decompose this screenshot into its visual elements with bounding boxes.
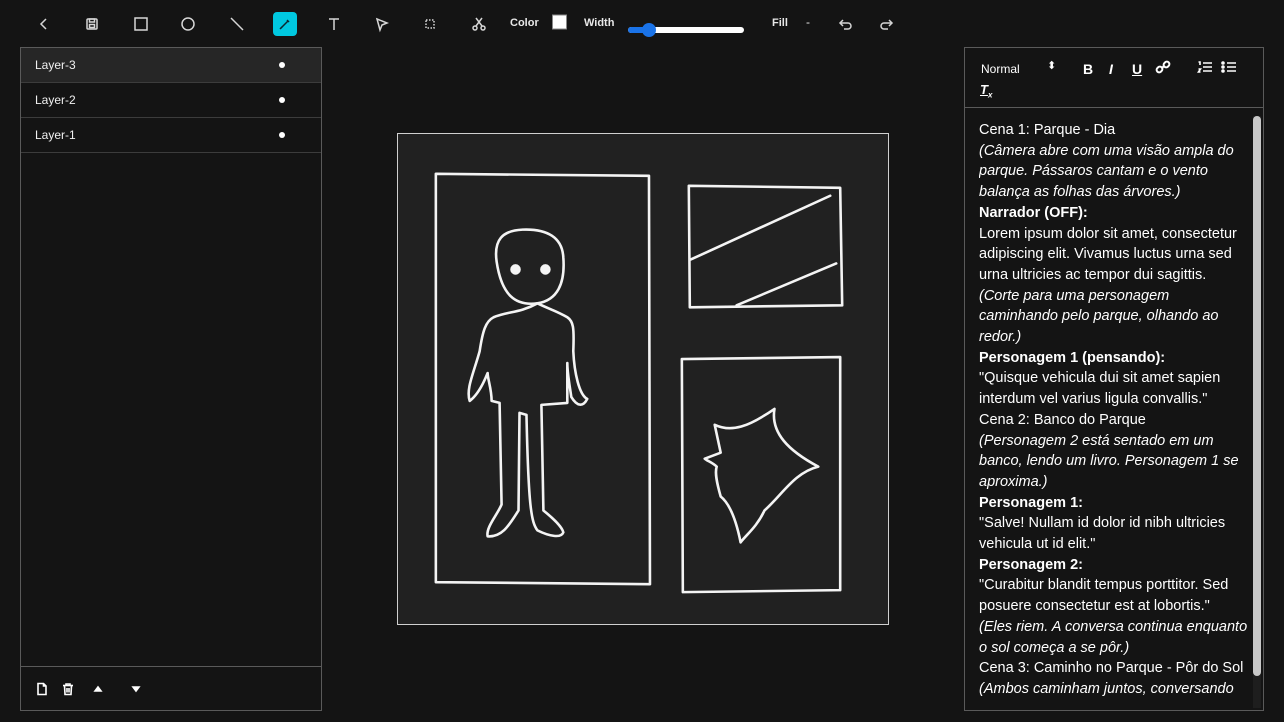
editor-scrollbar-thumb[interactable] bbox=[1253, 116, 1261, 676]
clear-format-icon[interactable]: Tx bbox=[980, 82, 992, 100]
brush-icon[interactable] bbox=[273, 12, 297, 36]
format-select[interactable]: Normal bbox=[981, 62, 1020, 76]
script-line: Personagem 1 (pensando): bbox=[979, 349, 1166, 366]
panel-top-right bbox=[687, 184, 844, 309]
italic-button[interactable]: I bbox=[1109, 61, 1113, 77]
circle-icon[interactable] bbox=[176, 12, 200, 36]
canvas-area[interactable] bbox=[322, 47, 964, 711]
script-line: Personagem 2: bbox=[979, 556, 1083, 573]
figure-eye-right bbox=[540, 264, 551, 275]
editor-body[interactable]: Cena 1: Parque - Dia (Câmera abre com um… bbox=[979, 120, 1251, 708]
underline-button[interactable]: U bbox=[1132, 61, 1142, 77]
bullet-list-icon[interactable] bbox=[1221, 60, 1237, 77]
script-line: Cena 1: Parque - Dia bbox=[979, 122, 1116, 138]
layer-visibility-dot[interactable] bbox=[279, 132, 285, 138]
layer-item-3[interactable]: Layer-3 bbox=[21, 48, 321, 83]
save-icon[interactable] bbox=[80, 12, 104, 36]
panel-bottom-right bbox=[680, 355, 842, 594]
script-line: (Corte para uma personagem caminhando pe… bbox=[979, 287, 1219, 346]
layer-item-2[interactable]: Layer-2 bbox=[21, 83, 321, 118]
script-line: "Salve! Nullam id dolor id nibh ultricie… bbox=[979, 515, 1226, 553]
width-slider-thumb[interactable] bbox=[641, 23, 656, 37]
script-line: "Quisque vehicula dui sit amet sapien in… bbox=[979, 370, 1221, 408]
fill-value[interactable]: - bbox=[806, 15, 810, 29]
script-line: (Personagem 2 está sentado em um banco, … bbox=[979, 432, 1239, 490]
script-line: Narrador (OFF): bbox=[979, 204, 1088, 221]
script-line: (Câmera abre com uma visão ampla do parq… bbox=[979, 142, 1234, 201]
script-line: Personagem 1: bbox=[979, 494, 1083, 511]
script-line: Cena 3: Caminho no Parque - Pôr do Sol bbox=[979, 660, 1244, 677]
layer-label: Layer-1 bbox=[35, 128, 76, 142]
select-icon[interactable] bbox=[370, 12, 394, 36]
layer-visibility-dot[interactable] bbox=[279, 62, 285, 68]
cut-icon[interactable] bbox=[467, 12, 491, 36]
editor-scrollbar[interactable] bbox=[1253, 116, 1261, 708]
fill-label: Fill bbox=[772, 17, 788, 29]
script-line: (Ambos caminham juntos, conversando bbox=[979, 680, 1234, 697]
ordered-list-icon[interactable] bbox=[1197, 60, 1213, 77]
editor-toolbar: Normal ⬍ B I U Tx bbox=[965, 48, 1263, 108]
new-layer-icon[interactable] bbox=[33, 680, 51, 698]
move-up-icon[interactable] bbox=[89, 680, 107, 698]
sketch-drawing bbox=[434, 172, 844, 594]
figure-eye-left bbox=[510, 264, 521, 275]
line-icon[interactable] bbox=[225, 12, 249, 36]
script-line: "Curabitur blandit tempus porttitor. Sed… bbox=[979, 577, 1229, 615]
color-swatch[interactable] bbox=[552, 14, 567, 30]
color-label: Color bbox=[510, 17, 539, 29]
undo-icon[interactable] bbox=[834, 12, 858, 36]
redo-icon[interactable] bbox=[874, 12, 898, 36]
marquee-icon[interactable] bbox=[418, 12, 442, 36]
script-editor: Normal ⬍ B I U Tx Cena 1: Parque - Dia (… bbox=[964, 47, 1264, 711]
move-down-icon[interactable] bbox=[127, 680, 145, 698]
layers-panel: Layer-3 Layer-2 Layer-1 bbox=[20, 47, 322, 711]
link-icon[interactable] bbox=[1155, 59, 1171, 78]
trash-icon[interactable] bbox=[59, 680, 77, 698]
script-line: Cena 2: Banco do Parque bbox=[979, 411, 1146, 428]
drawing-artboard[interactable] bbox=[397, 133, 889, 625]
figure-head bbox=[494, 228, 565, 306]
format-select-arrows-icon[interactable]: ⬍ bbox=[1047, 59, 1056, 72]
star-shape bbox=[703, 407, 820, 544]
figure-body bbox=[467, 302, 589, 538]
script-line: Lorem ipsum dolor sit amet, consectetur … bbox=[979, 225, 1237, 283]
width-label: Width bbox=[584, 17, 615, 29]
layer-label: Layer-3 bbox=[35, 58, 76, 72]
layer-label: Layer-2 bbox=[35, 93, 76, 107]
layers-footer bbox=[21, 666, 321, 710]
layer-item-1[interactable]: Layer-1 bbox=[21, 118, 321, 153]
width-slider[interactable] bbox=[628, 23, 744, 37]
script-line: (Eles riem. A conversa continua enquanto… bbox=[979, 618, 1248, 656]
rectangle-icon[interactable] bbox=[129, 12, 153, 36]
diagonal-2 bbox=[735, 262, 838, 307]
bold-button[interactable]: B bbox=[1083, 61, 1093, 77]
text-icon[interactable] bbox=[322, 12, 346, 36]
diagonal-1 bbox=[689, 194, 832, 261]
layer-visibility-dot[interactable] bbox=[279, 97, 285, 103]
panel-left bbox=[434, 172, 652, 586]
back-icon[interactable] bbox=[32, 12, 56, 36]
top-toolbar: Color Width Fill - bbox=[0, 0, 1284, 46]
